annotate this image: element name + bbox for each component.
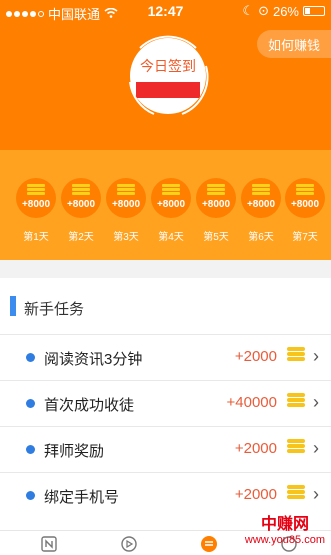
day-label: 第7天	[292, 232, 318, 243]
day-reward: +8000	[21, 199, 51, 210]
section-marker	[10, 296, 16, 316]
coin-icon: +8000	[61, 178, 101, 218]
task-reward: +2000	[234, 486, 277, 503]
day-reward: +8000	[111, 199, 141, 210]
day-item: +8000 第7天	[283, 178, 327, 243]
task-row-master[interactable]: 拜师奖励 +2000 ›	[0, 426, 331, 472]
day-item: +8000 第6天	[239, 178, 283, 243]
daily-signin-button[interactable]: 今日签到	[130, 38, 206, 114]
signin-ribbon	[136, 82, 200, 98]
day-label: 第5天	[203, 232, 229, 243]
signin-label: 今日签到	[140, 58, 196, 74]
day-item: +8000 第2天	[59, 178, 103, 243]
bullet-icon	[26, 491, 35, 500]
day-item: +8000 第5天	[194, 178, 238, 243]
section-title: 新手任务	[24, 301, 85, 318]
coin-icon: +8000	[241, 178, 281, 218]
chevron-right-icon: ›	[313, 438, 319, 458]
status-bar: 中国联通 12:47 ☾ ⊙ 26%	[0, 0, 331, 22]
task-reward: +2000	[234, 348, 277, 365]
chevron-right-icon: ›	[313, 484, 319, 504]
how-to-earn-button[interactable]: 如何赚钱	[257, 30, 331, 58]
video-icon[interactable]	[120, 535, 138, 553]
day-item: +8000 第1天	[14, 178, 58, 243]
battery-label: 26%	[272, 3, 299, 19]
watermark-url: www.you85.com	[244, 534, 325, 546]
news-icon[interactable]	[40, 535, 58, 553]
task-reward: +2000	[234, 440, 277, 457]
day-reward: +8000	[156, 199, 186, 210]
coin-stack-icon	[287, 439, 305, 457]
bullet-icon	[26, 445, 35, 454]
task-reward: +40000	[226, 394, 277, 411]
day-label: 第3天	[113, 232, 139, 243]
day-reward: +8000	[246, 199, 276, 210]
coin-icon: +8000	[196, 178, 236, 218]
lock-rotation-icon: ⊙	[258, 3, 269, 18]
battery-icon	[303, 6, 325, 16]
task-row-apprentice[interactable]: 首次成功收徒 +40000 ›	[0, 380, 331, 426]
moon-icon: ☾	[242, 3, 255, 18]
newbie-tasks-card: 新手任务 阅读资讯3分钟 +2000 › 首次成功收徒 +40000 › 拜师奖…	[0, 278, 331, 530]
day-reward: +8000	[201, 199, 231, 210]
day-reward: +8000	[290, 199, 320, 210]
task-name: 拜师奖励	[44, 443, 105, 460]
header: 中国联通 12:47 ☾ ⊙ 26% 如何赚钱 今日签到	[0, 0, 331, 150]
coin-stack-icon	[287, 485, 305, 503]
checkin-days: +8000 第1天 +8000 第2天 +8000 第3天 +8000 第4天 …	[0, 150, 331, 260]
day-item: +8000 第3天	[104, 178, 148, 243]
coin-icon: +8000	[285, 178, 325, 218]
coin-icon: +8000	[151, 178, 191, 218]
task-name: 首次成功收徒	[44, 397, 135, 414]
task-name: 绑定手机号	[44, 489, 120, 506]
coin-stack-icon	[287, 347, 305, 365]
status-right: ☾ ⊙ 26%	[242, 3, 325, 19]
day-item: +8000 第4天	[149, 178, 193, 243]
task-row-read[interactable]: 阅读资讯3分钟 +2000 ›	[0, 334, 331, 380]
tasks-icon[interactable]	[200, 535, 218, 553]
coin-icon: +8000	[16, 178, 56, 218]
chevron-right-icon: ›	[313, 346, 319, 366]
day-label: 第1天	[23, 232, 49, 243]
day-label: 第4天	[158, 232, 184, 243]
day-label: 第6天	[248, 232, 274, 243]
watermark-title: 中赚网	[260, 516, 309, 533]
day-reward: +8000	[66, 199, 96, 210]
chevron-right-icon: ›	[313, 392, 319, 412]
coin-stack-icon	[287, 393, 305, 411]
day-label: 第2天	[68, 232, 94, 243]
bullet-icon	[26, 353, 35, 362]
watermark: 中赚网 www.you85.com	[245, 510, 325, 546]
task-name: 阅读资讯3分钟	[44, 351, 143, 368]
coin-icon: +8000	[106, 178, 146, 218]
bullet-icon	[26, 399, 35, 408]
